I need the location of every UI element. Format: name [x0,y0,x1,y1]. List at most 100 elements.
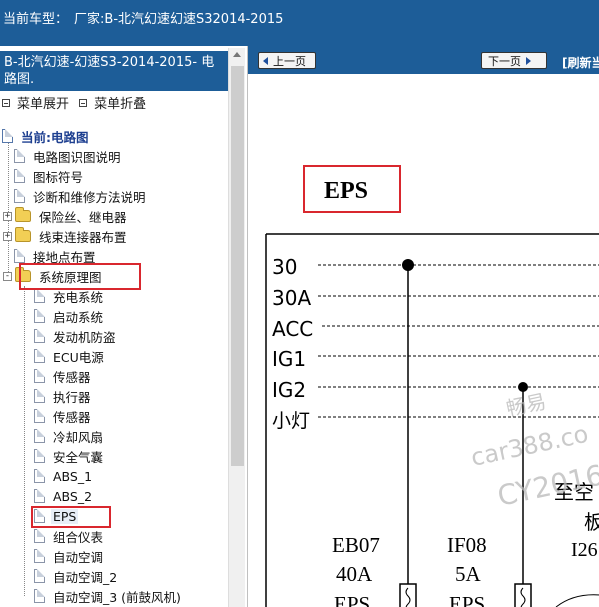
folder-icon [15,227,31,242]
tree-subitem-label: 自动空调_3 (前鼓风机) [53,589,181,605]
tree-folder[interactable]: + 保险丝、继电器 [3,206,129,226]
tree-subitem-label: 启动系统 [53,309,104,325]
current-model-label: 当前车型： [3,12,69,27]
tree-subitem[interactable]: ECU电源 [34,346,106,366]
fuse-rating-label: 40A [336,562,373,586]
page-icon [34,409,45,423]
page-nav-bar: 上一页 下一页 [刷新当 [248,46,599,74]
page-icon [34,329,45,343]
sidebar-scrollbar[interactable] [228,48,245,607]
tree-subitem[interactable]: 自动空调_3 (前鼓风机) [34,586,183,606]
tree-subitem[interactable]: 自动空调 [34,546,105,566]
tree-root-current[interactable]: 当前:电路图 [2,126,91,146]
tree-subitem[interactable]: ABS_2 [34,486,94,506]
page-icon [34,469,45,483]
tree-subitem-label: 安全气囊 [53,449,104,465]
menu-toggles: 菜单展开 菜单折叠 [2,93,152,112]
expand-plus-icon[interactable]: + [3,231,12,241]
fuse-rating-label: 5A [455,562,482,586]
tree-item-label: 诊断和维修方法说明 [33,189,146,205]
tree-subitem-label: 发动机防盗 [53,329,116,345]
next-page-label: 下一页 [488,54,521,68]
page-icon [14,189,25,203]
tree-subitem-label: 自动空调_2 [53,569,118,585]
tree-item[interactable]: 诊断和维修方法说明 [14,186,148,206]
expand-plus-icon[interactable]: + [3,211,12,221]
terminal-label: IG1 [272,347,306,371]
tree-subitem-label: 执行器 [53,389,91,405]
terminal-label: 小灯 [272,410,310,432]
tree-subitem[interactable]: 自动空调_2 [34,566,119,586]
fuse-name-label: EPS [449,592,485,607]
tree-subitem[interactable]: 发动机防盗 [34,326,118,346]
next-page-button[interactable]: 下一页 [481,52,547,69]
tree-subitem[interactable]: 冷却风扇 [34,426,105,446]
terminal-label: ACC [272,317,313,341]
tree-subitem[interactable]: 安全气囊 [34,446,105,466]
page-icon [34,449,45,463]
tree-subitem-label: 传感器 [53,369,91,385]
wiring-diagram-svg: EPS 30 30A ACC IG1 IG2 小灯 EB07 40A EPS I… [265,165,599,607]
collapse-icon [79,98,88,107]
tree-item[interactable]: 图标符号 [14,166,85,186]
expand-all-button[interactable]: 菜单展开 [2,93,69,112]
terminal-label: IG2 [272,378,306,402]
page-icon [14,249,25,263]
arrow-right-icon [526,56,531,65]
tree-line [24,286,25,596]
page-icon [34,389,45,403]
expand-all-label: 菜单展开 [17,97,70,112]
tree-subitem[interactable]: 组合仪表 [34,526,105,546]
page-icon [14,169,25,183]
scrollbar-thumb[interactable] [231,66,244,466]
tree-subitem-label: 组合仪表 [53,529,104,545]
junction-dot [518,382,528,392]
tree-subitem[interactable]: ABS_1 [34,466,94,486]
prev-page-label: 上一页 [273,54,306,68]
partial-label: 板 [584,510,599,534]
page-icon [34,349,45,363]
collapse-all-button[interactable]: 菜单折叠 [79,93,146,112]
refresh-link[interactable]: [刷新当 [562,54,599,71]
arrow-left-icon [263,56,268,65]
tree-folder[interactable]: + 线束连接器布置 [3,226,129,246]
page-icon [34,569,45,583]
diagram-title: EPS [324,178,368,204]
page-icon [34,429,45,443]
power-bus-lines [318,264,599,418]
tree-subitem-label: 传感器 [53,409,91,425]
collapse-all-label: 菜单折叠 [94,97,147,112]
tree-folder-label: 线束连接器布置 [39,229,127,245]
watermark: 畅易 car388.co CY2016 [468,389,599,513]
collapse-minus-icon[interactable]: - [3,271,12,281]
sidebar-header: B-北汽幻速-幻速S3-2014-2015- 电路图. [0,51,228,91]
page-icon [34,529,45,543]
fuse-id-label: EB07 [332,533,380,557]
partial-label: I26 [571,539,598,561]
scroll-up-arrow-icon[interactable] [233,52,241,57]
tree-root-label: 当前:电路图 [21,129,89,145]
tree-item-label: 电路图识图说明 [33,149,121,165]
svg-text:畅易: 畅易 [504,389,548,421]
page-icon [14,149,25,163]
highlight-box-eps-item [31,506,111,528]
tree-folder-label: 保险丝、继电器 [39,209,127,225]
tree-subitem[interactable]: 执行器 [34,386,93,406]
title-bar: 当前车型： 厂家:B-北汽幻速幻速S32014-2015 [0,0,599,46]
tree-subitem[interactable]: 启动系统 [34,306,105,326]
tree-item-label: 图标符号 [33,169,84,185]
sidebar: B-北汽幻速-幻速S3-2014-2015- 电路图. 菜单展开 菜单折叠 当前… [0,46,245,607]
folder-icon [15,207,31,222]
tree-subitem-label: 自动空调 [53,549,104,565]
page-icon [34,549,45,563]
wiring-diagram: EPS 30 30A ACC IG1 IG2 小灯 EB07 40A EPS I… [248,74,599,607]
page-icon [34,289,45,303]
fuse-id-label: IF08 [447,533,487,557]
tree-subitem[interactable]: 传感器 [34,366,93,386]
highlight-box-system-diagram [19,263,141,290]
tree-item[interactable]: 电路图识图说明 [14,146,123,166]
prev-page-button[interactable]: 上一页 [258,52,316,69]
partial-curve [555,594,599,607]
tree-subitem-label: ECU电源 [53,349,104,365]
tree-subitem[interactable]: 传感器 [34,406,93,426]
